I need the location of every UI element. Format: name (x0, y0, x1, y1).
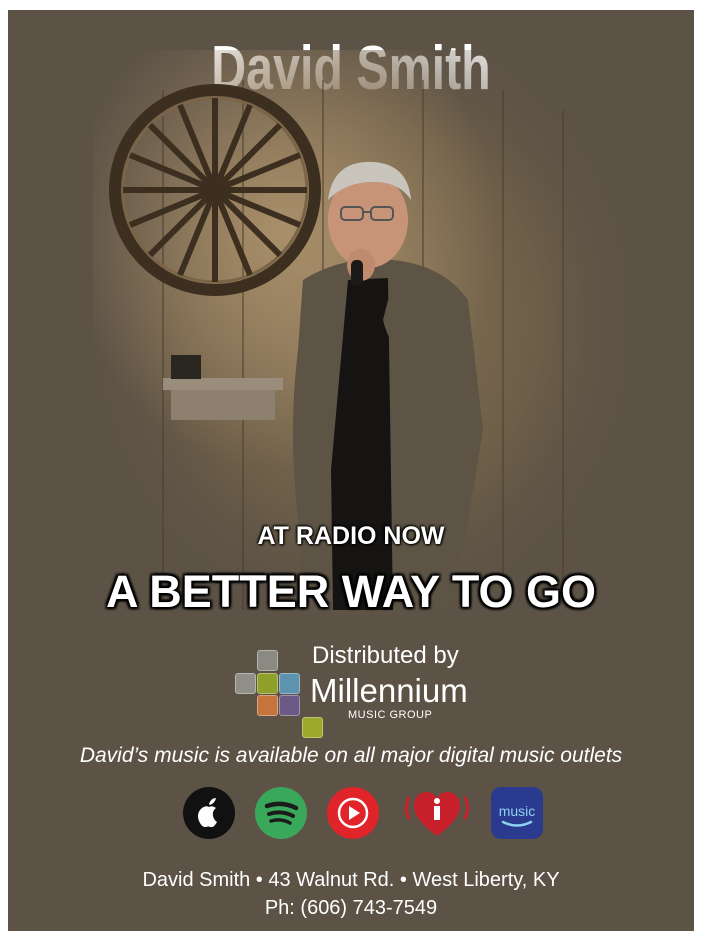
logo-tile-icon (302, 717, 323, 738)
iheartradio-icon (402, 786, 472, 840)
youtube-music-icon (326, 786, 380, 840)
apple-music-icon (182, 786, 236, 840)
logo-tile-icon (279, 695, 300, 716)
distributor-sub: MUSIC GROUP (348, 709, 433, 721)
distributed-by-label: Distributed by (312, 642, 459, 669)
logo-tile-icon (235, 673, 256, 694)
availability-text: David’s music is available on all major … (79, 744, 623, 767)
logo-tile-icon (257, 695, 278, 716)
contact-info: David Smith • 43 Walnut Rd. • West Liber… (8, 866, 694, 922)
contact-address: David Smith • 43 Walnut Rd. • West Liber… (142, 869, 560, 891)
logo-tile-icon (257, 673, 278, 694)
distributor-name: Millennium (310, 672, 468, 709)
artist-photo (93, 50, 633, 650)
poster: David Smith (8, 10, 694, 931)
platform-icons: music (180, 786, 543, 842)
logo-tile-icon (257, 650, 278, 671)
distributor-logo: Distributed by Millennium MUSIC GROUP (230, 642, 500, 742)
headline-big: A BETTER WAY TO GO (105, 566, 597, 617)
logo-tile-icon (279, 673, 300, 694)
amazon-music-label: music (499, 803, 536, 819)
contact-phone: Ph: (606) 743-7549 (264, 897, 438, 919)
spotify-icon (254, 786, 308, 840)
amazon-music-icon: music (490, 786, 544, 840)
headline-small: AT RADIO NOW (257, 522, 445, 550)
